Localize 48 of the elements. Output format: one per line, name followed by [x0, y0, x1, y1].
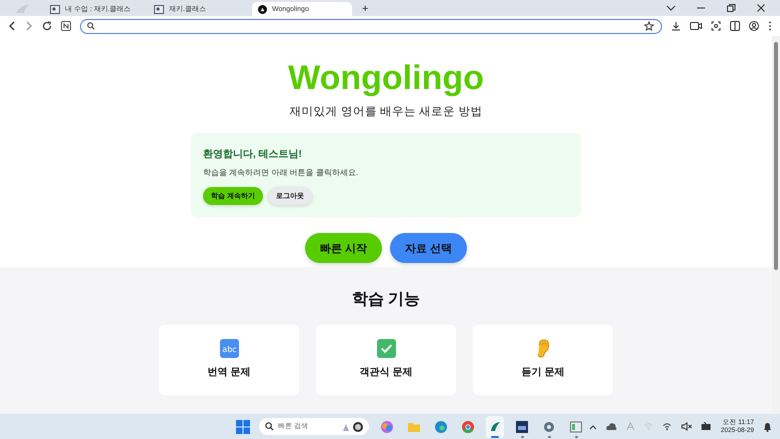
bell-icon[interactable]	[763, 422, 772, 432]
app-title: Wongolingo	[288, 58, 484, 99]
ear-icon	[536, 339, 550, 358]
scrollbar-thumb[interactable]	[774, 42, 778, 270]
video-icon[interactable]	[690, 21, 702, 31]
windows-start-icon[interactable]	[236, 420, 250, 434]
search-icon	[87, 22, 95, 30]
cloud-icon[interactable]	[606, 422, 617, 431]
welcome-message: 학습을 계속하려면 아래 버튼을 클릭하세요.	[203, 167, 360, 178]
monitor-icon	[515, 420, 529, 434]
swirl-icon	[380, 420, 394, 434]
search-icon	[265, 422, 274, 431]
welcome-heading: 환영합니다, 테스트님!	[203, 148, 303, 161]
back-icon[interactable]	[8, 21, 16, 31]
classroom-icon	[50, 4, 60, 14]
leaf-icon	[488, 420, 502, 434]
screenshot-icon[interactable]	[711, 21, 721, 31]
split-view-icon[interactable]	[730, 21, 740, 31]
quick-start-button[interactable]: 빠른 시작	[305, 233, 382, 263]
reload-icon[interactable]	[42, 21, 52, 31]
profile-icon[interactable]	[749, 21, 759, 31]
logo-icon	[258, 4, 267, 14]
select-material-button[interactable]: 자료 선택	[390, 233, 467, 263]
download-icon[interactable]	[671, 21, 681, 31]
feature-title: 번역 문제	[208, 366, 250, 379]
close-icon[interactable]	[756, 4, 766, 12]
address-bar[interactable]	[80, 18, 662, 34]
feature-title: 객관식 문제	[360, 366, 412, 379]
restore-icon[interactable]	[726, 4, 736, 12]
page-icon[interactable]	[61, 21, 71, 31]
mute-icon[interactable]	[680, 422, 692, 431]
section-heading: 학습 기능	[352, 290, 420, 310]
wifi-icon[interactable]	[662, 422, 672, 431]
taskbar-app[interactable]	[486, 416, 504, 438]
browser-icon	[434, 420, 448, 434]
feature-title: 듣기 문제	[522, 366, 564, 379]
chevron-down-icon[interactable]	[666, 4, 676, 12]
check-icon	[376, 339, 396, 358]
star-icon[interactable]	[644, 21, 655, 31]
classroom-icon	[154, 4, 164, 14]
browser-icon	[461, 420, 475, 434]
gear-icon	[542, 420, 556, 434]
forward-icon[interactable]	[25, 21, 33, 31]
window-icon	[569, 420, 583, 434]
subtitle: 재미있게 영어를 배우는 새로운 방법	[290, 105, 482, 119]
new-tab-button[interactable]: +	[356, 2, 374, 16]
chevron-up-icon[interactable]	[588, 424, 597, 430]
menu-icon[interactable]	[768, 21, 772, 31]
